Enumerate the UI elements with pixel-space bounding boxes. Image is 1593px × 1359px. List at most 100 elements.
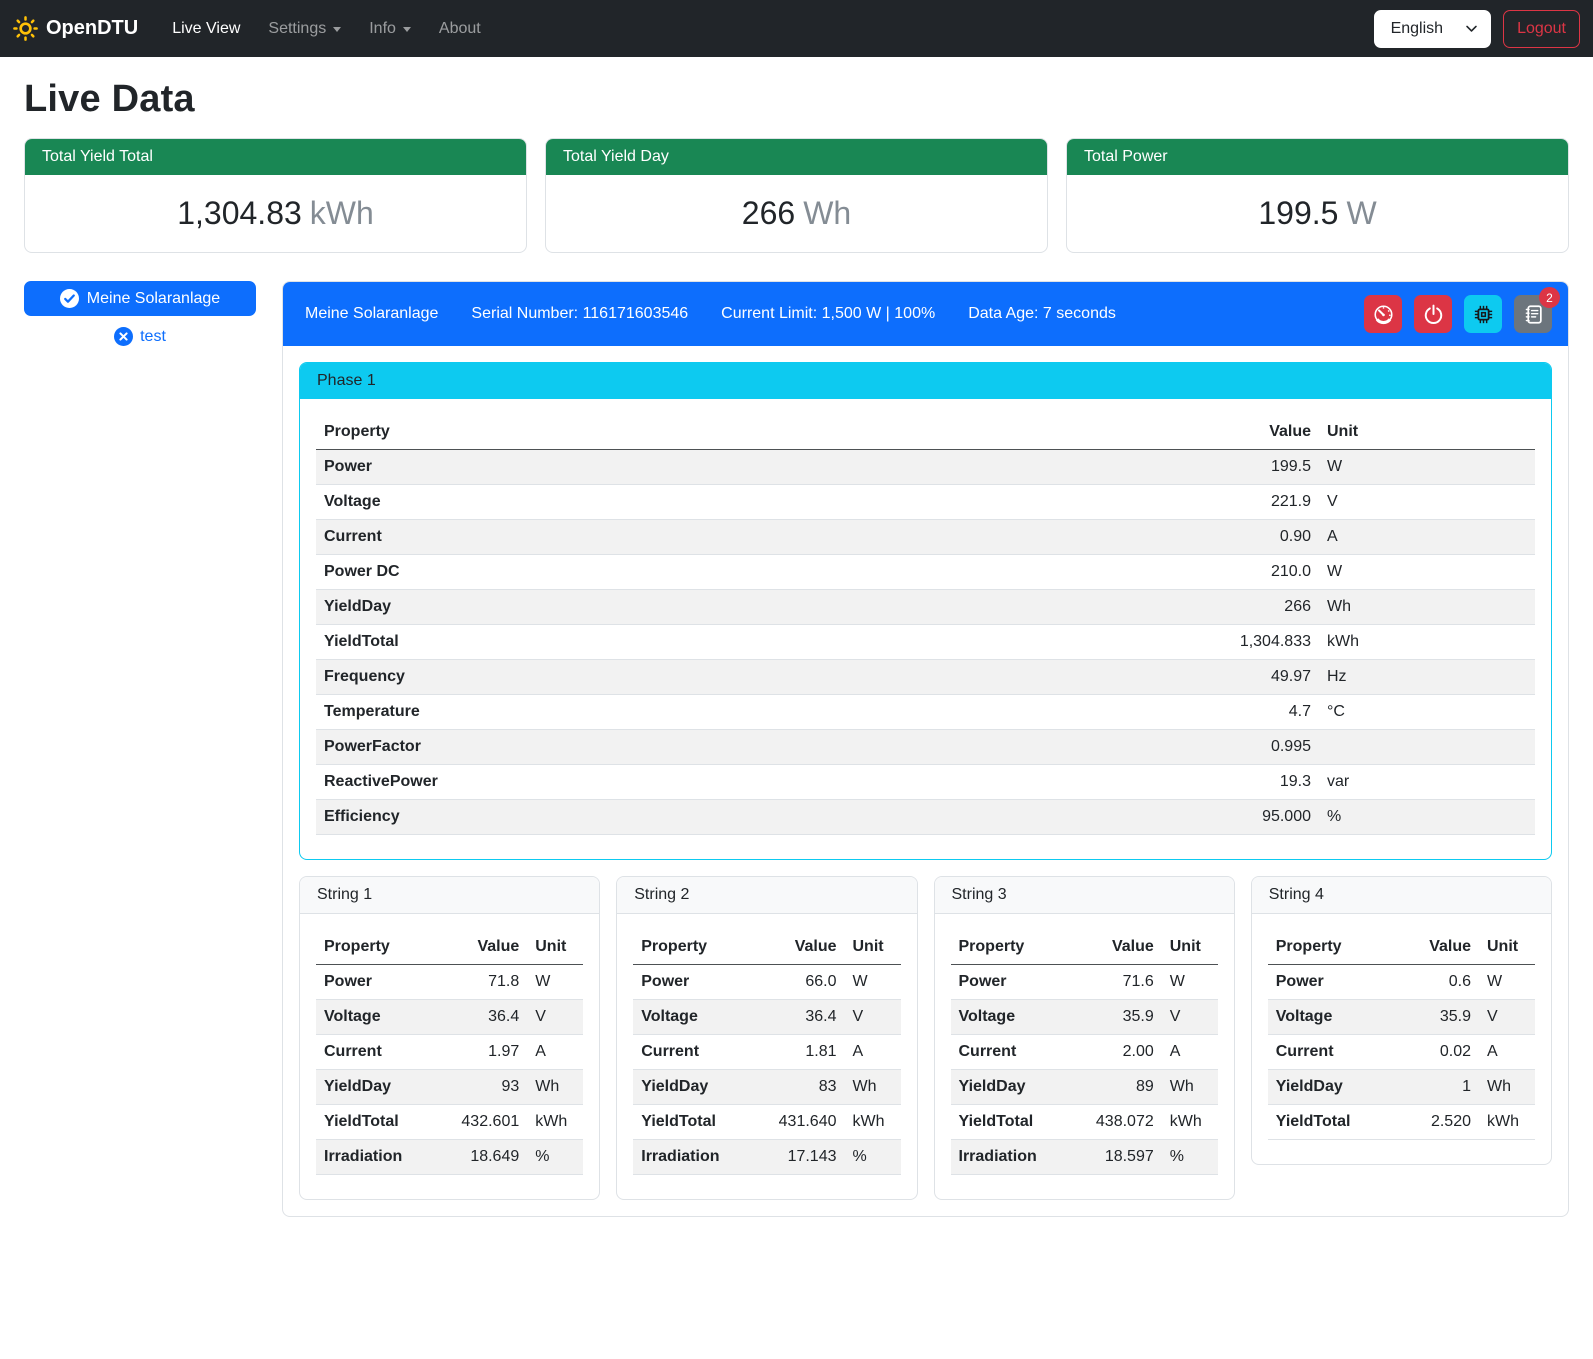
value-cell: 49.97 <box>1199 660 1319 695</box>
chevron-down-icon <box>403 27 411 32</box>
property-cell: Efficiency <box>316 800 1199 835</box>
table-header-row: Property Value Unit <box>951 930 1218 965</box>
inverter-select-button-test[interactable]: test <box>24 327 256 346</box>
column-header-unit: Unit <box>845 930 901 965</box>
table-row: YieldTotal2.520kWh <box>1268 1105 1535 1140</box>
string-card: String 4 Property Value Unit Power0.6WVo… <box>1251 876 1552 1165</box>
table-row: Irradiation17.143% <box>633 1140 900 1175</box>
x-circle-icon <box>114 327 133 346</box>
inverter-name-label: test <box>140 328 166 346</box>
device-info-button[interactable] <box>1464 295 1502 333</box>
table-row: YieldTotal432.601kWh <box>316 1105 583 1140</box>
table-row: Power0.6W <box>1268 965 1535 1000</box>
property-cell: Voltage <box>951 1000 1070 1035</box>
table-row: YieldDay93Wh <box>316 1070 583 1105</box>
nav-item-info[interactable]: Info <box>355 12 425 46</box>
table-row: Current0.90A <box>316 520 1535 555</box>
nav-links: Live View Settings Info About <box>158 12 495 46</box>
table-row: PowerFactor0.995 <box>316 730 1535 765</box>
property-cell: YieldTotal <box>316 625 1199 660</box>
value-cell: 35.9 <box>1070 1000 1162 1035</box>
column-header-unit: Unit <box>1479 930 1535 965</box>
inverter-serial: Serial Number: 116171603546 <box>471 305 688 323</box>
unit-cell: kWh <box>1319 625 1535 660</box>
nav-item-settings[interactable]: Settings <box>254 12 355 46</box>
string-table: Property Value Unit Power71.6WVoltage35.… <box>951 930 1218 1175</box>
phase-panel-title: Phase 1 <box>300 363 1551 399</box>
inverter-sidebar: Meine Solaranlage test <box>24 281 256 346</box>
value-cell: 71.6 <box>1070 965 1162 1000</box>
table-row: Current2.00A <box>951 1035 1218 1070</box>
property-cell: Current <box>316 1035 435 1070</box>
table-row: Voltage35.9V <box>1268 1000 1535 1035</box>
string-table: Property Value Unit Power71.8WVoltage36.… <box>316 930 583 1175</box>
unit-cell: W <box>1479 965 1535 1000</box>
property-cell: Power <box>951 965 1070 1000</box>
page-title: Live Data <box>24 78 1569 121</box>
value-cell: 1.81 <box>753 1035 845 1070</box>
summary-card-total-yield-total: Total Yield Total 1,304.83kWh <box>24 138 527 253</box>
table-row: Voltage36.4V <box>316 1000 583 1035</box>
summary-value: 1,304.83 <box>177 195 302 231</box>
nav-item-about[interactable]: About <box>425 12 495 46</box>
inverter-panel: Meine Solaranlage Serial Number: 1161716… <box>282 281 1569 1217</box>
value-cell: 221.9 <box>1199 485 1319 520</box>
unit-cell: V <box>1162 1000 1218 1035</box>
sun-icon <box>13 16 38 41</box>
language-select-value: English <box>1391 20 1443 38</box>
table-row: Current1.81A <box>633 1035 900 1070</box>
value-cell: 432.601 <box>435 1105 527 1140</box>
unit-cell: Wh <box>1162 1070 1218 1105</box>
table-row: YieldDay83Wh <box>633 1070 900 1105</box>
unit-cell: % <box>527 1140 583 1175</box>
event-log-button[interactable]: 2 <box>1514 295 1552 333</box>
property-cell: Current <box>316 520 1199 555</box>
language-select[interactable]: English <box>1374 10 1491 48</box>
table-row: Power DC210.0W <box>316 555 1535 590</box>
navbar-right: English Logout <box>1374 10 1580 48</box>
unit-cell: °C <box>1319 695 1535 730</box>
property-cell: YieldDay <box>633 1070 752 1105</box>
check-circle-icon <box>60 289 79 308</box>
string-card: String 2 Property Value Unit Power66.0WV… <box>616 876 917 1200</box>
unit-cell: Wh <box>1319 590 1535 625</box>
property-cell: YieldDay <box>316 1070 435 1105</box>
limit-settings-button[interactable] <box>1364 295 1402 333</box>
value-cell: 438.072 <box>1070 1105 1162 1140</box>
top-navbar: OpenDTU Live View Settings Info About En… <box>0 0 1593 57</box>
table-header-row: Property Value Unit <box>316 415 1535 450</box>
table-row: YieldTotal1,304.833kWh <box>316 625 1535 660</box>
table-row: Power66.0W <box>633 965 900 1000</box>
nav-item-live-view[interactable]: Live View <box>158 12 254 46</box>
value-cell: 0.90 <box>1199 520 1319 555</box>
string-card: String 1 Property Value Unit Power71.8WV… <box>299 876 600 1200</box>
value-cell: 36.4 <box>435 1000 527 1035</box>
column-header-value: Value <box>1070 930 1162 965</box>
summary-card-body: 1,304.83kWh <box>25 175 526 252</box>
table-row: ReactivePower19.3var <box>316 765 1535 800</box>
property-cell: ReactivePower <box>316 765 1199 800</box>
table-row: Irradiation18.597% <box>951 1140 1218 1175</box>
logout-button[interactable]: Logout <box>1503 10 1580 48</box>
unit-cell: Wh <box>527 1070 583 1105</box>
phase-table: Property Value Unit Power199.5WVoltage22… <box>316 415 1535 835</box>
string-table: Property Value Unit Power0.6WVoltage35.9… <box>1268 930 1535 1140</box>
power-control-button[interactable] <box>1414 295 1452 333</box>
table-row: Frequency49.97Hz <box>316 660 1535 695</box>
table-row: Current0.02A <box>1268 1035 1535 1070</box>
journal-text-icon <box>1523 304 1544 325</box>
property-cell: YieldTotal <box>633 1105 752 1140</box>
table-row: Voltage35.9V <box>951 1000 1218 1035</box>
table-row: YieldDay266Wh <box>316 590 1535 625</box>
column-header-property: Property <box>951 930 1070 965</box>
property-cell: Voltage <box>633 1000 752 1035</box>
value-cell: 0.995 <box>1199 730 1319 765</box>
property-cell: Irradiation <box>633 1140 752 1175</box>
inverter-select-button-selected[interactable]: Meine Solaranlage <box>24 281 256 316</box>
column-header-property: Property <box>316 415 1199 450</box>
brand[interactable]: OpenDTU <box>13 16 138 41</box>
value-cell: 431.640 <box>753 1105 845 1140</box>
property-cell: YieldTotal <box>951 1105 1070 1140</box>
table-row: Power199.5W <box>316 450 1535 485</box>
value-cell: 0.02 <box>1387 1035 1479 1070</box>
